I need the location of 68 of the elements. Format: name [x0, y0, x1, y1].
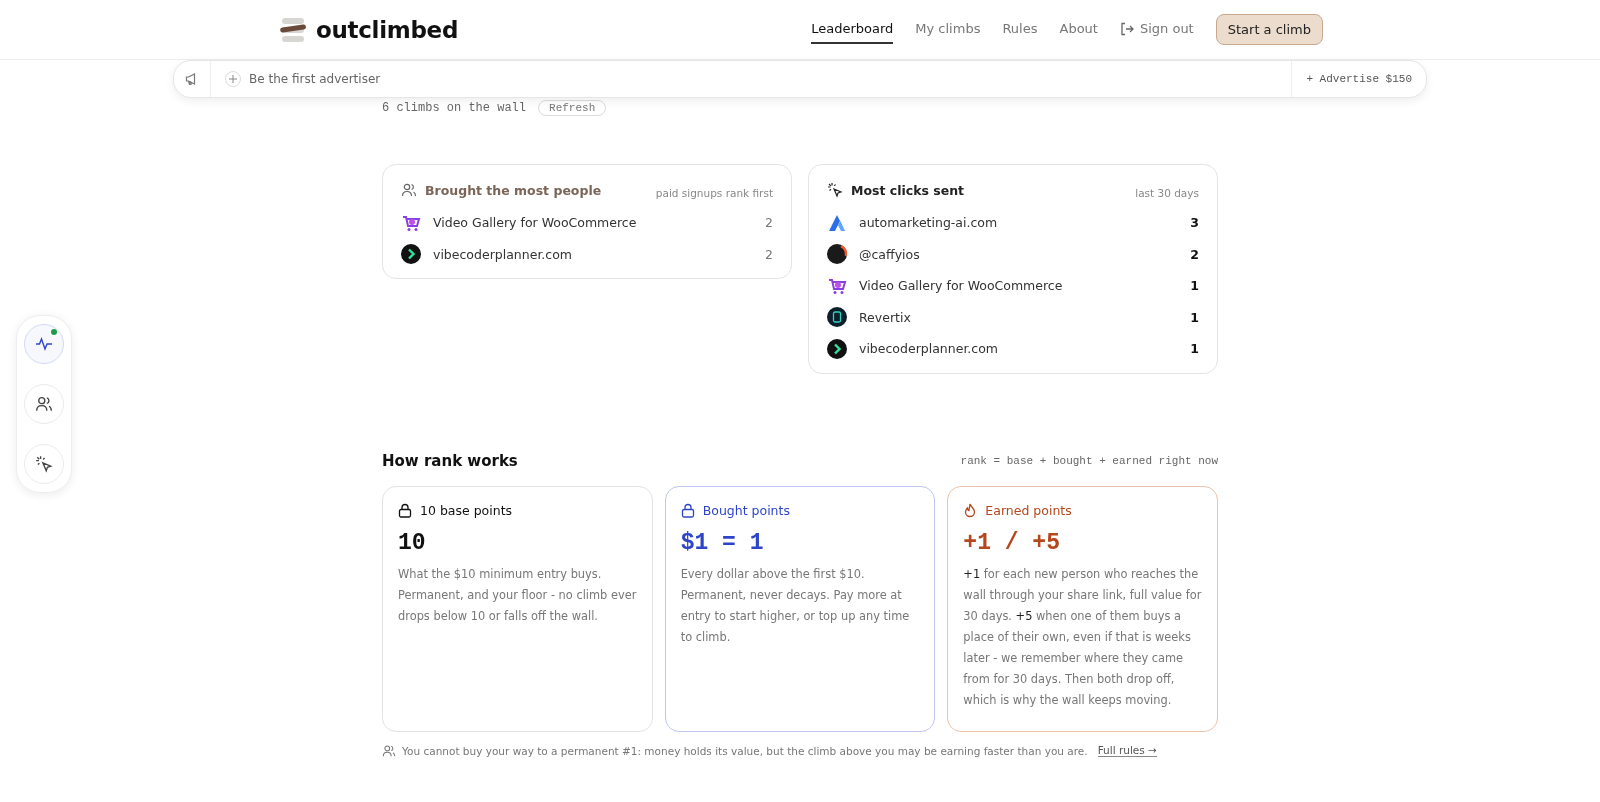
rank-formula: rank = base + bought + earned right now: [960, 454, 1218, 467]
entry-count: 2: [765, 246, 773, 262]
entry-name: @caffyios: [859, 246, 920, 262]
nav-link[interactable]: Leaderboard: [811, 15, 894, 44]
cursor-click-icon: [827, 182, 843, 198]
ad-text: Be the first advertiser: [249, 72, 381, 86]
card-title: 10 base points: [420, 502, 513, 518]
activity-icon: [35, 335, 53, 353]
logo-icon: [280, 16, 308, 43]
card-note: last 30 days: [1135, 186, 1199, 199]
lock-icon: [398, 502, 412, 518]
sign-out-link[interactable]: Sign out: [1119, 15, 1194, 44]
people-icon: [35, 395, 53, 413]
card-title: Bought points: [702, 502, 790, 518]
nav-link[interactable]: About: [1059, 15, 1098, 44]
square-logo-icon: [827, 307, 847, 328]
entry-count: 2: [1190, 246, 1199, 262]
full-rules-link[interactable]: Full rules →: [1097, 744, 1157, 757]
side-panel-button[interactable]: [24, 324, 64, 364]
logo-text: outclimbed: [316, 16, 459, 43]
refresh-button[interactable]: Refresh: [538, 100, 607, 116]
leaderboard-row[interactable]: vibecoderplanner.com 1: [827, 333, 1199, 365]
chevron-logo-icon: [827, 338, 847, 359]
lock-icon: [680, 502, 695, 518]
entry-count: 3: [1190, 215, 1199, 231]
nav-link[interactable]: My climbs: [915, 15, 981, 44]
entry-count: 1: [1190, 341, 1199, 357]
dark-logo-icon: [827, 244, 847, 265]
entry-name: Video Gallery for WooCommerce: [859, 278, 1063, 294]
entry-name: automarketing-ai.com: [859, 215, 998, 231]
card-title: Earned points: [985, 502, 1072, 518]
leaderboard-row[interactable]: @caffyios 2: [827, 238, 1199, 270]
entry-count: 2: [765, 215, 773, 231]
leaderboard-row[interactable]: Video Gallery for WooCommerce 2: [401, 207, 773, 239]
section-title: How rank works: [382, 451, 518, 470]
people-icon: [382, 743, 396, 758]
points-value: $1 = 1: [680, 529, 765, 556]
nav-link[interactable]: Rules: [1002, 15, 1038, 44]
entry-name: vibecoderplanner.com: [859, 341, 999, 357]
wall-count: 6 climbs on the wall: [382, 101, 527, 115]
entry-name: vibecoderplanner.com: [433, 246, 573, 262]
card-description: +1 for each new person who reaches the wall through your share link, full value for 30 days. +5 when one of them buys a place of their own, even if that is weeks later - we remember where they came from for 30 days. Then both drop off, which is why the wall keeps moving.: [963, 565, 1202, 709]
flame-icon: [963, 502, 978, 518]
side-panel-button[interactable]: [24, 444, 64, 484]
card-description: What the $10 minimum entry buys. Permanent, and your floor - no climb ever drops below 10 or falls off the wall.: [398, 565, 637, 625]
points-value: 10: [398, 529, 427, 556]
side-panel-button[interactable]: [24, 384, 64, 424]
start-climb-button[interactable]: Start a climb: [1215, 14, 1323, 45]
card-title: Brought the most people: [425, 182, 602, 198]
entry-name: Revertix: [859, 309, 911, 325]
cursor-click-icon: [35, 455, 53, 473]
sign-out-icon: [1119, 21, 1134, 36]
entry-count: 1: [1190, 278, 1199, 294]
advertise-button[interactable]: + Advertise $150: [1291, 61, 1426, 97]
entry-name: Video Gallery for WooCommerce: [433, 215, 637, 231]
points-value: +1 / +5: [963, 529, 1061, 556]
card-title: Most clicks sent: [851, 182, 965, 198]
status-dot: [51, 329, 57, 335]
card-description: Every dollar above the first $10. Permanent, never decays. Pay more at entry to start higher, or top up any time to climb.: [680, 565, 911, 646]
leaderboard-row[interactable]: vibecoderplanner.com 2: [401, 238, 773, 270]
chevron-logo-icon: [401, 244, 421, 265]
leaderboard-row[interactable]: Video Gallery for WooCommerce 1: [827, 270, 1199, 302]
leaderboard-row[interactable]: automarketing-ai.com 3: [827, 207, 1199, 239]
people-icon: [401, 182, 417, 198]
card-note: paid signups rank first: [655, 186, 773, 199]
footnote: You cannot buy your way to a permanent #1: money holds its value, but the climb above you may be earning faster than you are.: [402, 744, 1088, 757]
leaderboard-row[interactable]: Revertix 1: [827, 301, 1199, 333]
entry-count: 1: [1190, 309, 1199, 325]
